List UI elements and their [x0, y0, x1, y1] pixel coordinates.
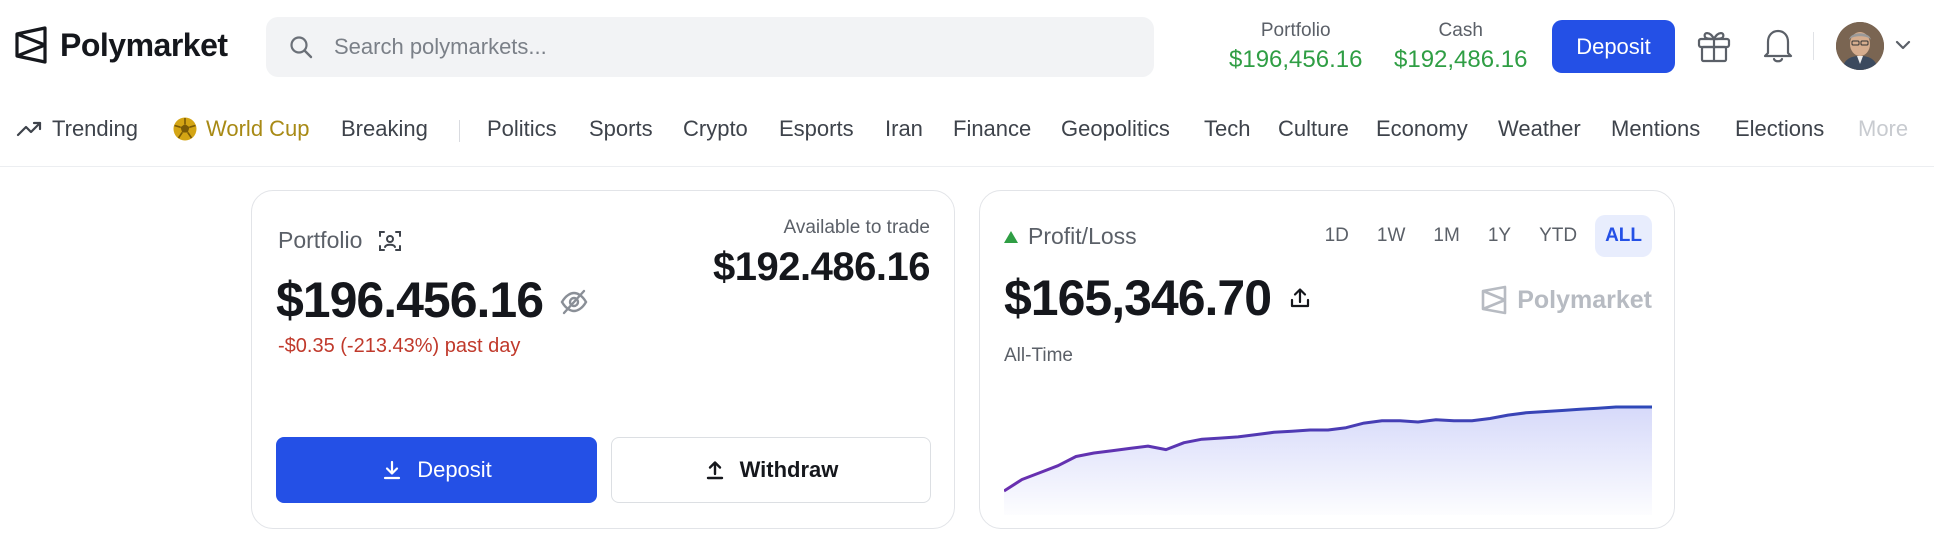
soccer-ball-icon — [173, 117, 197, 141]
nav-tech[interactable]: Tech — [1204, 116, 1250, 142]
polymarket-logo-icon — [1481, 285, 1507, 315]
available-to-trade-value: $192.486.16 — [713, 245, 930, 289]
deposit-button[interactable]: Deposit — [276, 437, 597, 503]
nav-elections[interactable]: Elections — [1735, 116, 1824, 142]
available-to-trade-label: Available to trade — [783, 217, 930, 238]
search-input[interactable] — [334, 34, 1114, 60]
trending-icon — [16, 121, 42, 137]
nav-trending-label: Trending — [52, 116, 139, 141]
nav-world-cup-label: World Cup — [206, 116, 310, 141]
nav-trending[interactable]: Trending — [16, 116, 138, 142]
up-triangle-icon — [1004, 230, 1018, 243]
eye-off-icon[interactable] — [559, 288, 589, 316]
header-portfolio-value: $196,456.16 — [1229, 46, 1363, 73]
scan-face-icon[interactable] — [378, 229, 402, 253]
chart-area-fill — [1004, 407, 1652, 515]
range-all[interactable]: ALL — [1595, 215, 1652, 257]
bell-icon[interactable] — [1761, 26, 1795, 64]
nav-mentions[interactable]: Mentions — [1611, 116, 1700, 142]
nav-weather[interactable]: Weather — [1498, 116, 1581, 142]
range-1m[interactable]: 1M — [1423, 215, 1469, 257]
profit-loss-value-row: $165,346.70 — [1004, 269, 1311, 327]
nav-crypto[interactable]: Crypto — [683, 116, 748, 142]
nav-divider — [459, 120, 460, 142]
header-cash-label: Cash — [1438, 20, 1483, 41]
nav-sports[interactable]: Sports — [589, 116, 653, 142]
header-portfolio-label: Portfolio — [1260, 20, 1331, 41]
upload-icon — [706, 461, 723, 480]
header-cash-value: $192,486.16 — [1394, 46, 1528, 73]
watermark-text: Polymarket — [1517, 285, 1652, 314]
nav-culture[interactable]: Culture — [1278, 116, 1349, 142]
profit-loss-card: Profit/Loss 1D 1W 1M 1Y YTD ALL $165,346… — [979, 190, 1675, 529]
portfolio-value-row: $196.456.16 — [276, 271, 589, 329]
nav-politics[interactable]: Politics — [487, 116, 557, 142]
header-deposit-button[interactable]: Deposit — [1552, 20, 1675, 73]
chevron-down-icon[interactable] — [1894, 38, 1912, 52]
brand-logo[interactable]: Polymarket — [14, 26, 228, 64]
withdraw-button[interactable]: Withdraw — [611, 437, 931, 503]
portfolio-value: $196.456.16 — [276, 272, 544, 328]
portfolio-card-header: Portfolio — [278, 227, 402, 254]
header-portfolio[interactable]: Portfolio $196,456.16 — [1229, 20, 1362, 74]
search-bar[interactable] — [266, 17, 1154, 77]
polymarket-watermark: Polymarket — [1481, 285, 1652, 315]
nav-esports[interactable]: Esports — [779, 116, 854, 142]
header-cash[interactable]: Cash $192,486.16 — [1394, 20, 1527, 74]
profit-loss-value: $165,346.70 — [1004, 270, 1272, 326]
deposit-button-label: Deposit — [417, 457, 492, 482]
nav-economy[interactable]: Economy — [1376, 116, 1468, 142]
nav-breaking[interactable]: Breaking — [341, 116, 428, 142]
period-label: All-Time — [1004, 345, 1073, 366]
portfolio-card: Portfolio Available to trade $192.486.16… — [251, 190, 955, 529]
nav-geopolitics[interactable]: Geopolitics — [1061, 116, 1170, 142]
range-1w[interactable]: 1W — [1367, 215, 1416, 257]
user-avatar[interactable] — [1836, 22, 1884, 70]
nav-divider-line — [0, 166, 1934, 167]
withdraw-button-label: Withdraw — [739, 457, 839, 482]
top-header: Polymarket Portfolio $196,456.16 Cash $1… — [0, 0, 1934, 92]
gift-icon[interactable] — [1696, 26, 1732, 64]
brand-name: Polymarket — [60, 26, 228, 63]
nav-iran[interactable]: Iran — [885, 116, 923, 142]
profit-loss-header: Profit/Loss — [1004, 223, 1137, 250]
search-icon — [290, 36, 313, 59]
share-icon[interactable] — [1289, 286, 1311, 310]
portfolio-daily-change: -$0.35 (-213.43%) past day — [278, 335, 521, 357]
range-1y[interactable]: 1Y — [1478, 215, 1521, 257]
range-selector: 1D 1W 1M 1Y YTD ALL — [1307, 215, 1652, 257]
profit-loss-title: Profit/Loss — [1028, 223, 1137, 249]
category-nav: Trending World Cup Breaking Politics Spo… — [0, 108, 1934, 152]
portfolio-card-title: Portfolio — [278, 227, 363, 253]
nav-world-cup[interactable]: World Cup — [172, 116, 310, 142]
range-ytd[interactable]: YTD — [1529, 215, 1587, 257]
nav-finance[interactable]: Finance — [953, 116, 1031, 142]
nav-more[interactable]: More — [1858, 116, 1908, 142]
header-divider — [1813, 32, 1814, 60]
profit-loss-chart — [1004, 405, 1652, 515]
range-1d[interactable]: 1D — [1315, 215, 1359, 257]
download-icon — [384, 460, 401, 480]
polymarket-logo-icon — [15, 26, 47, 64]
